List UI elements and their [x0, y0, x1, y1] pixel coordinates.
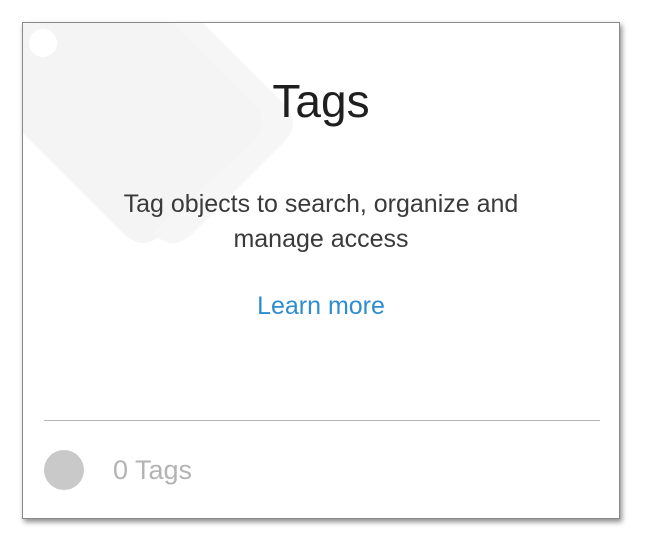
tag-count-label: 0 Tags [113, 455, 193, 485]
tags-card: Tags Tag objects to search, organize and… [22, 22, 620, 519]
learn-more-container: Learn more [23, 289, 619, 323]
learn-more-link[interactable]: Learn more [257, 292, 385, 320]
card-title: Tags [272, 75, 370, 127]
circle-icon [44, 450, 84, 490]
divider [44, 420, 600, 421]
card-footer: 0 Tags [44, 449, 192, 491]
card-description: Tag objects to search, organize and mana… [123, 190, 519, 253]
